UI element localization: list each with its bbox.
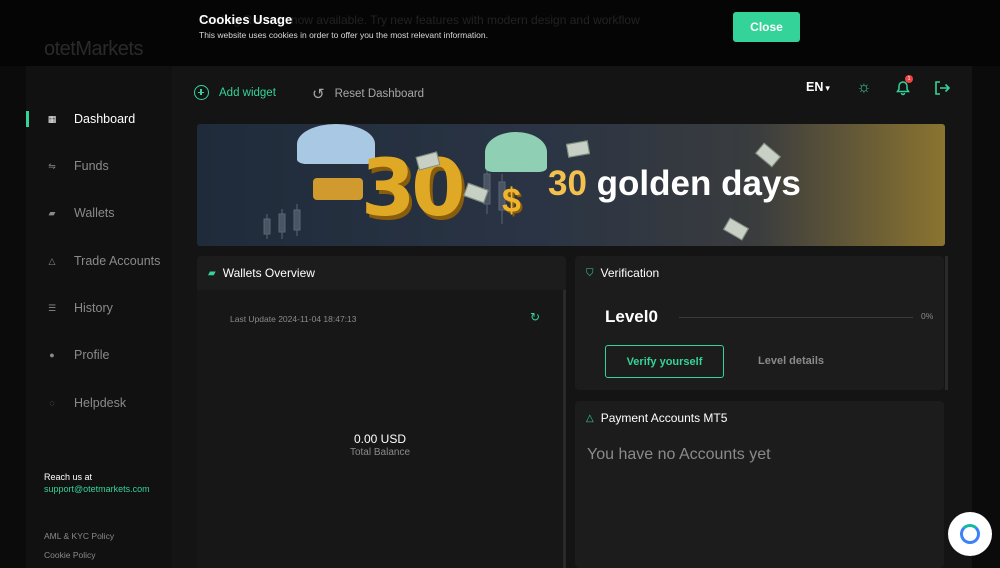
parachute-image xyxy=(485,132,547,172)
wallets-scrollbar[interactable] xyxy=(563,290,566,568)
cookie-banner: Cookies Usage This website uses cookies … xyxy=(195,8,805,48)
support-chat-button[interactable] xyxy=(948,512,992,556)
account-icon: △ xyxy=(586,412,594,424)
promo-banner[interactable]: 30 $ 30 golden days xyxy=(197,124,945,246)
wallet-icon: ▰ xyxy=(48,207,56,218)
cookie-policy-link[interactable]: Cookie Policy xyxy=(44,550,96,560)
chat-logo-icon xyxy=(960,524,980,544)
reach-us-label: Reach us at xyxy=(44,472,93,482)
level-details-link[interactable]: Level details xyxy=(758,355,824,367)
sidebar-item-helpdesk[interactable]: ◌ Helpdesk xyxy=(26,391,172,415)
transfer-icon: ⇋ xyxy=(48,160,56,171)
aml-kyc-policy-link[interactable]: AML & KYC Policy xyxy=(44,531,114,541)
cookie-close-button[interactable]: Close xyxy=(733,12,800,42)
language-selector[interactable]: EN ▾ xyxy=(806,80,830,94)
cookie-text: This website uses cookies in order to of… xyxy=(199,30,488,40)
banner-headline: 30 golden days xyxy=(548,164,801,204)
banner-headline-text: golden days xyxy=(596,164,801,203)
wallets-overview-title: ▰ Wallets Overview xyxy=(208,266,315,280)
payment-accounts-card: △ Payment Accounts MT5 You have no Accoun… xyxy=(575,401,944,568)
sidebar-item-label: Funds xyxy=(74,159,109,173)
support-email-link[interactable]: support@otetmarkets.com xyxy=(44,484,150,494)
language-label: EN xyxy=(806,80,824,94)
refresh-history-icon[interactable]: ↻ xyxy=(530,310,540,324)
gold-bars-image xyxy=(313,178,363,200)
payment-accounts-title: △ Payment Accounts MT5 xyxy=(586,411,727,425)
sidebar-item-label: Trade Accounts xyxy=(74,254,161,268)
verification-scrollbar[interactable] xyxy=(945,256,948,390)
sidebar-item-label: Wallets xyxy=(74,206,115,220)
user-icon: ● xyxy=(49,350,55,360)
add-widget-label: Add widget xyxy=(219,86,276,99)
grid-icon: ▦ xyxy=(47,113,57,124)
shield-icon: ⛉ xyxy=(586,267,594,279)
payment-accounts-label: Payment Accounts MT5 xyxy=(600,411,728,425)
list-icon: ☰ xyxy=(47,302,57,313)
sidebar-item-label: History xyxy=(74,301,113,315)
banner-number: 30 xyxy=(361,144,466,234)
sidebar-item-label: Profile xyxy=(74,348,110,362)
sidebar-item-history[interactable]: ☰ History xyxy=(26,296,172,320)
sidebar-item-dashboard[interactable]: ▦ Dashboard xyxy=(26,107,172,131)
chevron-down-icon: ▾ xyxy=(825,83,830,93)
wallets-overview-label: Wallets Overview xyxy=(222,266,315,280)
wallets-overview-card: ▰ Wallets Overview Last Update 2024-11-04… xyxy=(197,256,566,568)
sidebar-item-wallets[interactable]: ▰ Wallets xyxy=(26,201,172,225)
banknote-icon xyxy=(722,217,750,241)
reset-dashboard-label: Reset Dashboard xyxy=(334,88,425,100)
last-update-text: Last Update 2024-11-04 18:47:13 xyxy=(230,314,357,324)
wallet-icon: ▰ xyxy=(208,267,216,279)
sidebar-item-trade-accounts[interactable]: △ Trade Accounts xyxy=(26,249,172,273)
banknote-icon xyxy=(565,140,591,158)
dashboard-page: otetMarkets Trading Room is now availabl… xyxy=(0,0,1000,568)
sidebar-item-label: Helpdesk xyxy=(74,396,127,410)
verification-progress-percent: 0% xyxy=(921,311,934,321)
cookie-title: Cookies Usage xyxy=(199,12,293,27)
sidebar-item-funds[interactable]: ⇋ Funds xyxy=(26,154,172,178)
total-balance-value: 0.00 USD xyxy=(353,432,407,446)
verification-progress-bar xyxy=(679,317,913,318)
total-balance-label: Total Balance xyxy=(349,447,411,458)
account-icon: △ xyxy=(48,255,56,266)
empty-state-text: You have no Accounts yet xyxy=(587,446,771,463)
verification-card: ⛉ Verification Level0 0% Verify yourself … xyxy=(575,256,944,390)
sidebar-item-profile[interactable]: ● Profile xyxy=(26,343,172,367)
theme-toggle-sun-icon[interactable]: ☼ xyxy=(854,78,874,98)
verify-yourself-button[interactable]: Verify yourself xyxy=(605,345,724,378)
sidebar: ▦ Dashboard ⇋ Funds ▰ Wallets △ Trade Ac… xyxy=(26,66,172,568)
dollar-coin-icon: $ xyxy=(502,182,521,220)
plus-circle-icon xyxy=(194,85,209,100)
banner-highlight: 30 xyxy=(548,164,587,203)
verification-level: Level0 xyxy=(605,307,658,326)
verification-title: ⛉ Verification xyxy=(586,266,659,280)
logo-text-light: Markets xyxy=(75,38,143,60)
wallets-overview-body xyxy=(197,290,563,568)
logo-text-bold: otet xyxy=(44,38,76,60)
active-indicator xyxy=(26,111,29,127)
notification-badge: 1 xyxy=(905,75,913,83)
chat-icon: ◌ xyxy=(49,398,55,408)
reset-dashboard-button[interactable]: ↺ Reset Dashboard xyxy=(312,85,424,103)
sidebar-item-label: Dashboard xyxy=(74,112,136,126)
reset-icon: ↺ xyxy=(312,86,325,103)
main-content: Add widget ↺ Reset Dashboard EN ▾ ☼ 1 30… xyxy=(172,66,972,568)
verification-label: Verification xyxy=(600,266,660,280)
brand-logo[interactable]: otetMarkets xyxy=(44,38,143,61)
add-widget-button[interactable]: Add widget xyxy=(194,85,276,100)
logout-icon[interactable] xyxy=(932,78,952,98)
